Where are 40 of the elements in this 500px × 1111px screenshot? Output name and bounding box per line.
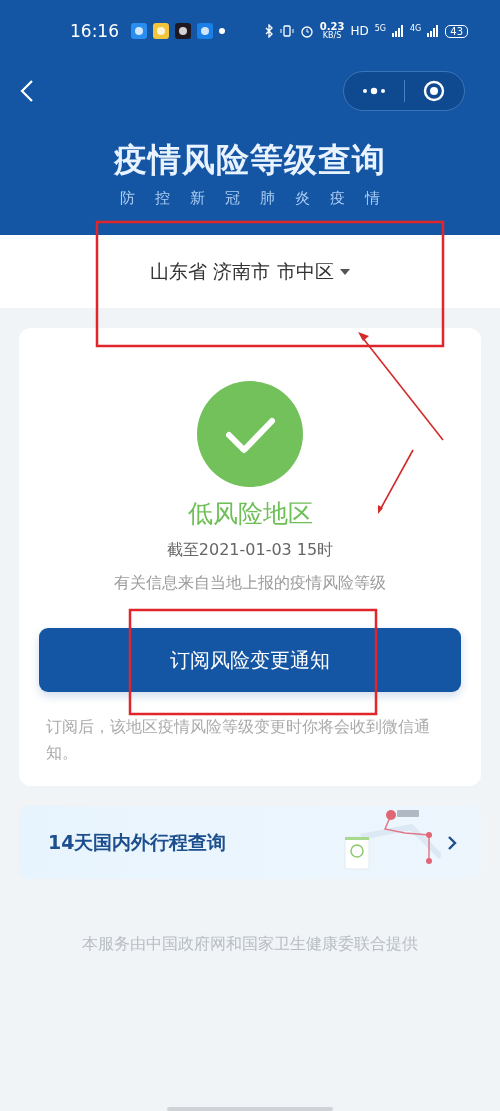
location-selector[interactable]: 山东省 济南市 市中区 [150,258,350,285]
signal-icon [391,25,404,37]
bluetooth-icon [263,24,274,38]
app-icon [153,23,169,39]
trip-query-card[interactable]: 14天国内外行程查询 [19,806,481,879]
battery-level: 43 [445,24,468,38]
footer-note: 本服务由中国政府网和国家卫生健康委联合提供 [81,934,419,955]
update-time: 截至2021-01-03 15时 [166,540,334,561]
subscribe-button[interactable]: 订阅风险变更通知 [39,628,461,692]
network-label: 4G [409,24,422,33]
page-title: 疫情风险等级查询 [112,139,387,181]
subtitle-character: 冠 [225,189,240,208]
notification-dot-icon [219,28,225,34]
check-icon [197,381,303,487]
app-icon [175,23,191,39]
subtitle-character: 炎 [295,189,310,208]
hd-label: HD [350,24,369,38]
subtitle-character: 疫 [330,189,345,208]
subtitle-character: 控 [155,189,170,208]
subtitle-character: 情 [365,189,380,208]
trip-title: 14天国内外行程查询 [48,829,227,855]
alarm-icon [299,24,314,38]
network-speed: 0.23 [319,22,345,32]
risk-level: 低风险地区 [187,498,313,530]
signal-icon [427,25,440,37]
app-icon [197,23,213,39]
status-time: 16:16 [70,21,119,41]
source-note: 有关信息来自当地上报的疫情风险等级 [114,573,386,594]
subtitle-character: 新 [190,189,205,208]
subtitle-character: 防 [120,189,135,208]
vibrate-icon [279,24,294,38]
annotation-arrow [378,449,414,514]
chevron-icon [447,834,457,851]
app-icon [131,23,147,39]
caret-icon [339,268,350,275]
back-icon[interactable] [20,79,34,103]
subscribe-note: 订阅后，该地区疫情风险等级变更时你将会收到微信通知。 [45,716,431,764]
speed-unit: KB/S [322,32,342,40]
network-label: 5G [374,24,386,33]
subtitle-character: 肺 [260,189,275,208]
